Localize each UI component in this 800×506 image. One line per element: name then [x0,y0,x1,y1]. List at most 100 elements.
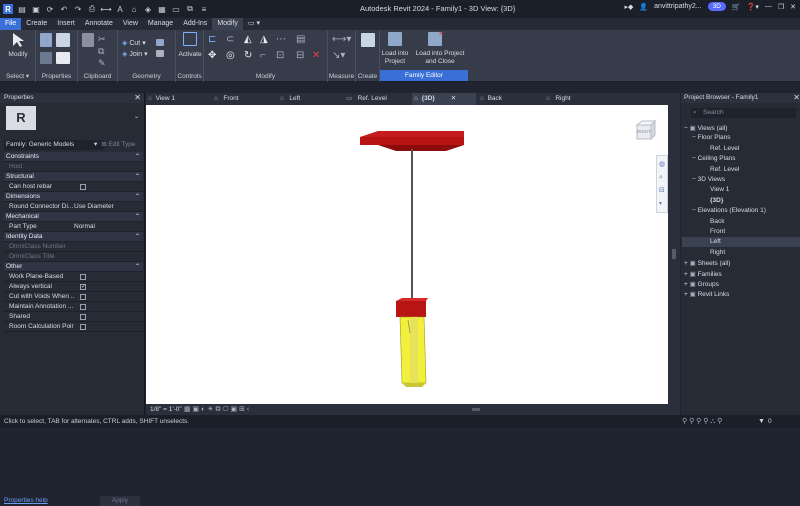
tab-left[interactable]: ⌂ Left [280,93,340,105]
close-hidden-icon[interactable]: ▭ [171,4,181,14]
pin-icon[interactable]: ⊟ [296,50,304,61]
family-category-icon[interactable] [40,52,52,64]
aligned-dimension-icon[interactable]: ↘▾ [332,50,345,61]
property-row[interactable]: Always vertical [4,282,143,292]
minimize-icon[interactable]: — [765,3,772,10]
scale-icon[interactable]: ⊡ [276,50,284,61]
zoom-window-icon[interactable]: ⊟ [659,186,665,194]
browser-tree-item[interactable]: − Ceiling Plans [692,155,736,162]
vertical-scrollbar[interactable] [668,105,680,404]
property-section[interactable]: Identity Data ⌃ [4,232,143,242]
tab-file[interactable]: File [0,18,22,30]
browser-tree-item[interactable]: + ▣ Sheets (all) [684,259,730,267]
cut-clipboard-icon[interactable]: ✂ [98,34,106,45]
tab-back[interactable]: ⌂ Back [480,93,542,105]
property-section[interactable]: Mechanical ⌃ [4,212,143,222]
collapse-chevron-icon[interactable]: ⌃ [135,192,140,202]
property-checkbox[interactable] [80,184,86,190]
user-icon[interactable]: 👤 [639,3,648,11]
property-section[interactable]: Dimensions ⌃ [4,192,143,202]
property-checkbox[interactable] [80,294,86,300]
mirror-axis-icon[interactable]: ◭ [244,34,252,45]
browser-tree-item[interactable]: Front [710,228,725,235]
steering-wheel-icon[interactable]: ◍ [659,160,665,168]
measure-distance-icon[interactable]: ⟷▾ [332,34,351,45]
open-icon[interactable]: ▤ [17,4,27,14]
browser-tree-item[interactable]: View 1 [710,186,729,193]
view-controls-icons[interactable]: ▦ ▣ ◐ ☀ ⧉ ⎔ ▣ ⊞ ‹ [184,404,249,415]
browser-tree-item[interactable]: Left [710,238,721,245]
browser-tree-item[interactable]: + ▣ Groups [684,280,719,288]
paste-icon[interactable] [82,33,94,47]
search-bar-icon[interactable]: ▸◆ [624,3,633,11]
property-section[interactable]: Constraints ⌃ [4,152,143,162]
browser-tree-item[interactable]: Right [710,249,725,256]
family-dropdown[interactable]: Family: Generic Models [4,140,104,150]
3d-model[interactable] [146,105,668,404]
browser-tree-item[interactable]: + ▣ Families [684,270,722,278]
collapse-chevron-icon[interactable]: ⌃ [135,172,140,182]
tab-3d[interactable]: ⌂ {3D} ✕ [412,93,476,105]
tab-front[interactable]: ⌂ Front [214,93,274,105]
tab-insert[interactable]: Insert [52,18,80,30]
top-plate-top[interactable] [360,131,464,137]
drawing-canvas[interactable]: RIGHT ◍ ⌕ ⊟ ▾ [146,105,668,404]
tab-right[interactable]: ⌂ Right [546,93,608,105]
save-icon[interactable]: ▣ [31,4,41,14]
property-row[interactable]: Host [4,162,143,172]
property-checkbox[interactable] [80,274,86,280]
load-into-project-button[interactable]: Load into Project [380,50,410,66]
mirror-draw-icon[interactable]: ◮ [260,34,268,45]
property-section[interactable]: Other ⌃ [4,262,143,272]
zoom-icon[interactable]: ⌕ [659,174,663,182]
tab-manage[interactable]: Manage [143,18,178,30]
tab-view[interactable]: View [118,18,143,30]
family-types-icon[interactable] [56,52,70,64]
browser-tree-item[interactable]: Ref. Level [710,145,739,152]
split-icon[interactable]: ⋯ [276,34,286,45]
apply-button[interactable]: Apply [100,496,140,506]
tab-more-dropdown[interactable]: ▭ ▾ [243,18,265,30]
scroll-thumb[interactable] [672,249,676,259]
undo-icon[interactable]: ↶ [59,4,69,14]
revit-logo-icon[interactable]: R [3,4,13,14]
move-icon[interactable]: ✥ [208,50,216,61]
thin-lines-icon[interactable]: ▦ [157,4,167,14]
navigation-bar[interactable]: ◍ ⌕ ⊟ ▾ [656,155,668,213]
property-checkbox[interactable] [80,314,86,320]
browser-tree-item[interactable]: Back [710,218,724,225]
property-row[interactable]: Round Connector Di... Use Diameter [4,202,143,212]
wall-joins-icon[interactable] [156,39,164,46]
filter-icon[interactable]: ▼ [758,415,765,428]
connector-block[interactable] [396,301,426,317]
property-checkbox[interactable] [80,282,86,292]
close-window-icon[interactable]: ✕ [790,3,796,11]
section-icon[interactable]: ◈ [143,4,153,14]
align-icon[interactable]: ⊏ [208,34,216,45]
property-row[interactable]: Part Type Normal [4,222,143,232]
measure-icon[interactable]: ⟷ [100,4,111,14]
copy-element-icon[interactable]: ◎ [226,50,235,61]
browser-tree-item[interactable]: − 3D Views [692,176,725,183]
property-value[interactable]: Normal [74,222,95,232]
property-row[interactable]: Can host rebar [4,182,143,192]
switch-windows-icon[interactable]: ⧉ [185,4,195,14]
3d-view-icon[interactable]: ⌂ [129,4,139,14]
cart-icon[interactable]: 🛒 [732,3,741,11]
horizontal-scroll-thumb[interactable] [472,408,480,411]
close-browser-icon[interactable]: ✕ [793,93,800,102]
property-row[interactable]: Maintain Annotation ... [4,302,143,312]
activate-icon[interactable] [183,32,197,46]
text-icon[interactable]: A [115,4,125,14]
collapse-chevron-icon[interactable]: ⌃ [135,262,140,272]
cut-geometry-button[interactable]: ◈ Cut ▾ [122,39,146,47]
selection-controls-icons[interactable]: ⚲ ⚲ ⚲ ⚲ ⛬ ⚲ [682,415,722,428]
properties-help-link[interactable]: Properties help [4,497,48,504]
property-row[interactable]: OmniClass Title [4,252,143,262]
scale-selector[interactable]: 1/8" = 1'-0" [150,404,182,415]
browser-tree-item[interactable]: + ▣ Revit Links [684,290,729,298]
edit-type-button[interactable]: ⊞ Edit Type [101,140,135,150]
tab-annotate[interactable]: Annotate [80,18,118,30]
modify-button[interactable]: Modify [2,51,34,58]
join-geometry-button[interactable]: ◈ Join ▾ [122,50,148,58]
